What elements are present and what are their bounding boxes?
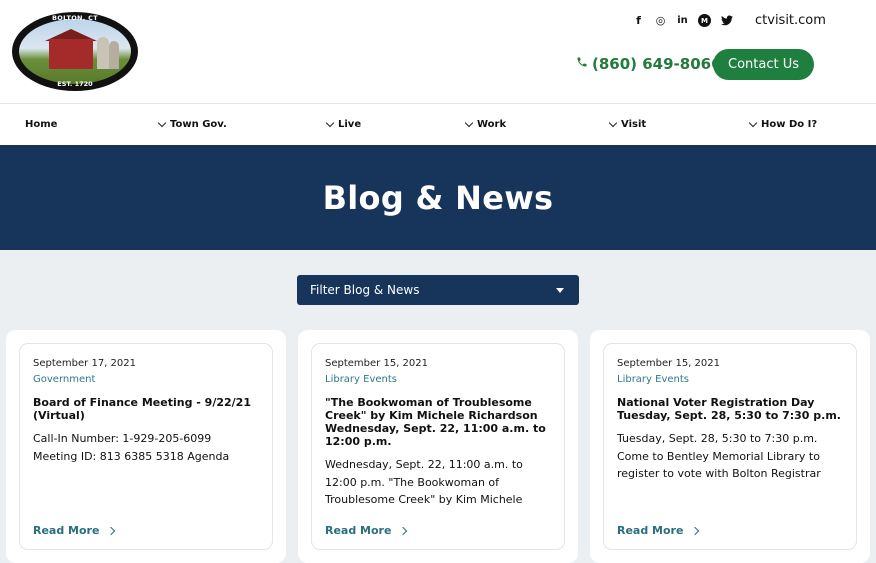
card-excerpt: Tuesday, Sept. 28, 5:30 to 7:30 p.m. Com… [617, 432, 821, 480]
card-excerpt: Call-In Number: 1-929-205-6099 Meeting I… [33, 432, 230, 463]
read-more-label: Read More [617, 524, 684, 537]
news-card-inner: September 17, 2021 Government Board of F… [19, 343, 273, 550]
card-excerpt: Wednesday, Sept. 22, 11:00 a.m. to 12:00… [325, 458, 523, 506]
twitter-icon[interactable] [720, 14, 733, 27]
chevron-right-icon [691, 526, 700, 535]
nav-item-label: Visit [621, 119, 647, 130]
filter-dropdown[interactable]: Filter Blog & News [297, 275, 579, 305]
silo [97, 37, 109, 69]
card-category[interactable]: Government [33, 374, 259, 385]
page-title: Blog & News [322, 178, 554, 217]
nav-item-live[interactable]: Live [325, 118, 362, 130]
facebook-icon[interactable]: f [632, 14, 645, 27]
card-category[interactable]: Library Events [325, 374, 551, 385]
nav-item-work[interactable]: Work [464, 118, 507, 130]
nav-item-label: Live [338, 119, 362, 130]
blog-content: Filter Blog & News September 17, 2021 Go… [0, 250, 876, 563]
card-date: September 15, 2021 [617, 358, 720, 369]
main-nav: Home Town Gov. Live Work Visit How Do I? [0, 104, 876, 145]
page-hero: Blog & News [0, 145, 876, 250]
linkedin-icon[interactable]: in [676, 14, 689, 27]
news-card: September 17, 2021 Government Board of F… [6, 330, 286, 563]
chevron-right-icon [107, 526, 116, 535]
read-more-label: Read More [33, 524, 100, 537]
phone-number: (860) 649-8066 [592, 55, 722, 73]
nav-item-label: Home [25, 119, 58, 130]
social-links: f ◎ in M [632, 14, 733, 27]
read-more-label: Read More [325, 524, 392, 537]
medium-icon[interactable]: M [698, 14, 711, 27]
nav-item-label: Town Gov. [170, 119, 227, 130]
nav-item-home[interactable]: Home [25, 119, 57, 130]
card-title[interactable]: Board of Finance Meeting - 9/22/21 (Virt… [33, 396, 259, 422]
chevron-down-icon [325, 118, 335, 127]
phone-icon [576, 56, 588, 72]
nav-item-how-do-i[interactable]: How Do I? [748, 118, 818, 130]
nav-item-label: How Do I? [761, 119, 818, 130]
chevron-down-icon [748, 118, 758, 127]
news-card-inner: September 15, 2021 Library Events "The B… [311, 343, 565, 550]
read-more-link[interactable]: Read More [33, 524, 116, 537]
card-title[interactable]: "The Bookwoman of Troublesome Creek" by … [325, 396, 551, 448]
site-header: BOLTON, CT EST. 1720 f ◎ in M ctvisit.co… [0, 0, 876, 104]
caret-down-icon [556, 288, 564, 293]
card-title[interactable]: National Voter Registration Day Tuesday,… [617, 396, 843, 422]
read-more-link[interactable]: Read More [325, 524, 408, 537]
news-card: September 15, 2021 Library Events Nation… [590, 330, 870, 563]
nav-item-town-gov[interactable]: Town Gov. [157, 118, 227, 130]
phone-link[interactable]: (860) 649-8066 [576, 55, 722, 73]
chevron-down-icon [608, 118, 618, 127]
news-card-inner: September 15, 2021 Library Events Nation… [603, 343, 857, 550]
logo-town-name: BOLTON, CT [52, 14, 98, 22]
read-more-link[interactable]: Read More [617, 524, 700, 537]
news-card: September 15, 2021 Library Events "The B… [298, 330, 578, 563]
card-date: September 15, 2021 [325, 358, 428, 369]
ctvisit-link[interactable]: ctvisit.com [755, 13, 826, 28]
chevron-right-icon [399, 526, 408, 535]
nav-item-visit[interactable]: Visit [608, 118, 647, 130]
card-date: September 17, 2021 [33, 358, 136, 369]
barn [49, 39, 93, 69]
contact-us-button[interactable]: Contact Us [713, 49, 814, 80]
nav-item-label: Work [477, 119, 507, 130]
town-logo[interactable]: BOLTON, CT EST. 1720 [12, 12, 138, 91]
chevron-down-icon [157, 118, 167, 127]
card-category[interactable]: Library Events [617, 374, 843, 385]
instagram-icon[interactable]: ◎ [654, 14, 667, 27]
silo-second [109, 41, 119, 69]
chevron-down-icon [464, 118, 474, 127]
logo-established: EST. 1720 [57, 80, 93, 88]
logo-barn-image [19, 19, 131, 84]
filter-label: Filter Blog & News [310, 283, 420, 297]
